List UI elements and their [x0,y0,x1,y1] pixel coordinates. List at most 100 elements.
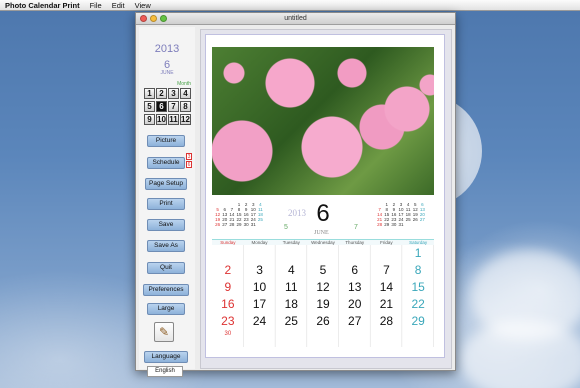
day-cell[interactable] [307,245,339,262]
day-cell[interactable]: 8 [402,262,434,279]
month-button[interactable]: 11 [168,114,179,125]
day-cell[interactable]: 30 [212,330,244,347]
minimize-button[interactable] [150,15,157,22]
day-cell[interactable]: 17 [244,296,276,313]
mini-day: 31 [398,222,404,227]
month-button[interactable]: 5 [144,101,155,112]
year-watermark: 2013 [288,208,306,218]
day-cell[interactable]: 13 [339,279,371,296]
day-cell[interactable]: 25 [275,313,307,330]
title-bar[interactable]: untitled [136,13,455,25]
day-cell[interactable]: 5 [307,262,339,279]
current-month-number: 6 [316,200,330,227]
month-button[interactable]: 4 [180,88,191,99]
day-cell[interactable]: 26 [307,313,339,330]
window-title: untitled [284,15,307,22]
menu-file[interactable]: File [90,0,102,10]
month-label: Month [177,81,191,87]
print-button[interactable]: Print [147,198,185,210]
calendar-photo[interactable] [212,47,434,195]
day-cell[interactable]: 23 [212,313,244,330]
month-button[interactable]: 7 [168,101,179,112]
month-button[interactable]: 9 [144,114,155,125]
schedule-marker: 3 [186,153,192,160]
month-selector: 1 2 3 4 5 6 7 8 9 10 11 12 [144,88,194,125]
menu-view[interactable]: View [135,0,151,10]
day-cell[interactable] [371,245,403,262]
desktop-cloud [460,320,580,388]
language-value[interactable]: English [147,366,183,377]
day-cell[interactable]: 12 [307,279,339,296]
day-cell[interactable] [307,330,339,347]
menu-bar: Photo Calendar Print File Edit View [0,0,580,11]
day-cell[interactable]: 9 [212,279,244,296]
picture-button[interactable]: Picture [147,135,185,147]
day-cell[interactable]: 6 [339,262,371,279]
month-button[interactable]: 1 [144,88,155,99]
day-cell[interactable]: 27 [339,313,371,330]
day-cell[interactable]: 2 [212,262,244,279]
page-setup-button[interactable]: Page Setup [145,178,187,190]
month-button[interactable]: 3 [168,88,179,99]
day-cell[interactable]: 15 [402,279,434,296]
close-button[interactable] [140,15,147,22]
day-cell[interactable]: 20 [339,296,371,313]
day-cell[interactable]: 18 [275,296,307,313]
day-cell[interactable] [371,330,403,347]
mini-day: 27 [222,222,228,227]
current-month-name: JUNE [314,230,329,236]
month-button[interactable]: 10 [156,114,167,125]
day-cell[interactable]: 7 [371,262,403,279]
day-cell[interactable]: 19 [307,296,339,313]
calendar-grid: 1 2 3 4 5 6 7 8 9 10 11 12 13 14 15 16 17 18 19 20 21 22 23 24 2… [212,200,434,352]
mini-day: 26 [215,222,221,227]
day-cell[interactable]: 14 [371,279,403,296]
day-cell[interactable]: 4 [275,262,307,279]
day-cell[interactable]: 11 [275,279,307,296]
save-as-button[interactable]: Save As [147,240,185,252]
day-cell[interactable]: 10 [244,279,276,296]
mini-day: 30 [391,222,397,227]
mini-day [412,222,419,227]
day-cell[interactable] [402,330,434,347]
language-button[interactable]: Language [144,351,188,363]
day-cell[interactable]: 1 [402,245,434,262]
app-window: untitled 2013 6 JUNE Month 1 2 3 4 5 6 7 8 9 10 11… [135,12,456,377]
next-month-mini: 1 2 3 4 5 6 7 8 9 10 11 12 13 14 15 16 17 18 19 20 21 22 23 24 2… [376,202,426,227]
day-cell[interactable]: 22 [402,296,434,313]
day-cell[interactable]: 28 [371,313,403,330]
menu-edit[interactable]: Edit [112,0,125,10]
zoom-button[interactable] [160,15,167,22]
month-button[interactable]: 12 [180,114,191,125]
day-cell[interactable] [212,245,244,262]
prev-month-mini: 1 2 3 4 5 6 7 8 9 10 11 12 13 14 15 16 17 18 19 20 21 22 23 24 2… [214,202,264,227]
day-cell[interactable]: 21 [371,296,403,313]
size-large-button[interactable]: Large [147,303,185,315]
mini-day: 28 [377,222,383,227]
day-cell[interactable]: 24 [244,313,276,330]
mini-day [405,222,412,227]
month-button[interactable]: 2 [156,88,167,99]
mini-day: 29 [384,222,390,227]
save-button[interactable]: Save [147,219,185,231]
preview-canvas: 1 2 3 4 5 6 7 8 9 10 11 12 13 14 15 16 17 18 19 20 21 22 23 24 2… [200,29,452,369]
month-button[interactable]: 6 [156,101,167,112]
day-cell[interactable]: 3 [244,262,276,279]
pencil-icon[interactable]: ✎ [154,322,174,342]
day-cell[interactable]: 29 [402,313,434,330]
day-cell[interactable] [339,330,371,347]
preferences-button[interactable]: Preferences [143,284,189,296]
schedule-button[interactable]: Schedule [147,157,185,169]
day-cell[interactable] [339,245,371,262]
day-cell[interactable] [275,245,307,262]
day-cell[interactable] [244,330,276,347]
day-cell[interactable] [275,330,307,347]
month-name: JUNE [160,70,174,76]
calendar-page: 1 2 3 4 5 6 7 8 9 10 11 12 13 14 15 16 17 18 19 20 21 22 23 24 2… [205,34,445,358]
quit-button[interactable]: Quit [147,262,185,274]
month-button[interactable]: 8 [180,101,191,112]
app-menu[interactable]: Photo Calendar Print [5,0,80,10]
day-cell[interactable] [244,245,276,262]
next-month-number: 7 [354,224,358,231]
day-cell[interactable]: 16 [212,296,244,313]
